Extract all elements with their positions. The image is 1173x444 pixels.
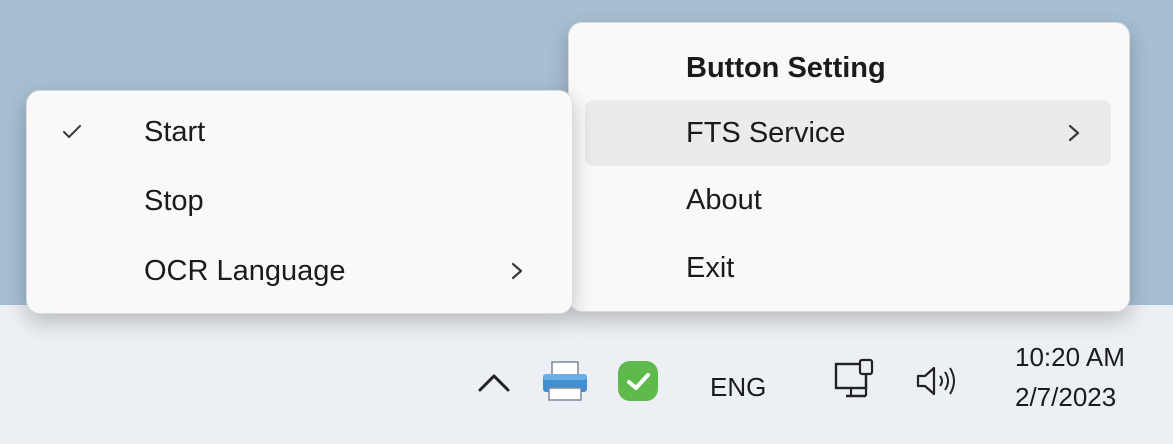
submenu-item-ocr-language[interactable]: OCR Language [39, 238, 559, 304]
menu-item-label: Stop [144, 184, 204, 217]
menu-item-exit[interactable]: Exit [585, 235, 1111, 301]
menu-item-label: About [686, 183, 762, 216]
menu-item-label: OCR Language [144, 254, 346, 287]
context-menu-main: Button Setting FTS Service About Exit [568, 22, 1130, 312]
menu-item-fts-service[interactable]: FTS Service [585, 100, 1111, 166]
network-monitor-icon[interactable] [832, 356, 882, 406]
clock-time: 10:20 AM [1015, 342, 1125, 372]
language-indicator[interactable]: ENG [710, 372, 766, 403]
menu-item-label: Start [144, 115, 206, 148]
menu-item-label: Exit [686, 251, 735, 284]
clock-date: 2/7/2023 [1015, 382, 1117, 412]
submenu-item-start[interactable]: Start [39, 99, 559, 165]
menu-header-label: Button Setting [686, 51, 886, 84]
context-submenu: Start Stop OCR Language [26, 90, 573, 314]
menu-item-about[interactable]: About [585, 167, 1111, 233]
chevron-right-icon [511, 262, 523, 280]
submenu-item-stop[interactable]: Stop [39, 168, 559, 234]
chevron-up-icon[interactable] [474, 364, 514, 400]
system-clock[interactable]: 10:20 AM 2/7/2023 [1015, 337, 1125, 417]
checkmark-icon [63, 125, 81, 138]
menu-item-label: FTS Service [686, 116, 846, 149]
printer-icon[interactable] [540, 358, 590, 404]
checkmark-shield-icon[interactable] [615, 358, 661, 404]
menu-header-button-setting[interactable]: Button Setting [583, 35, 1113, 101]
speaker-icon[interactable] [912, 360, 962, 402]
chevron-right-icon [1068, 124, 1080, 142]
